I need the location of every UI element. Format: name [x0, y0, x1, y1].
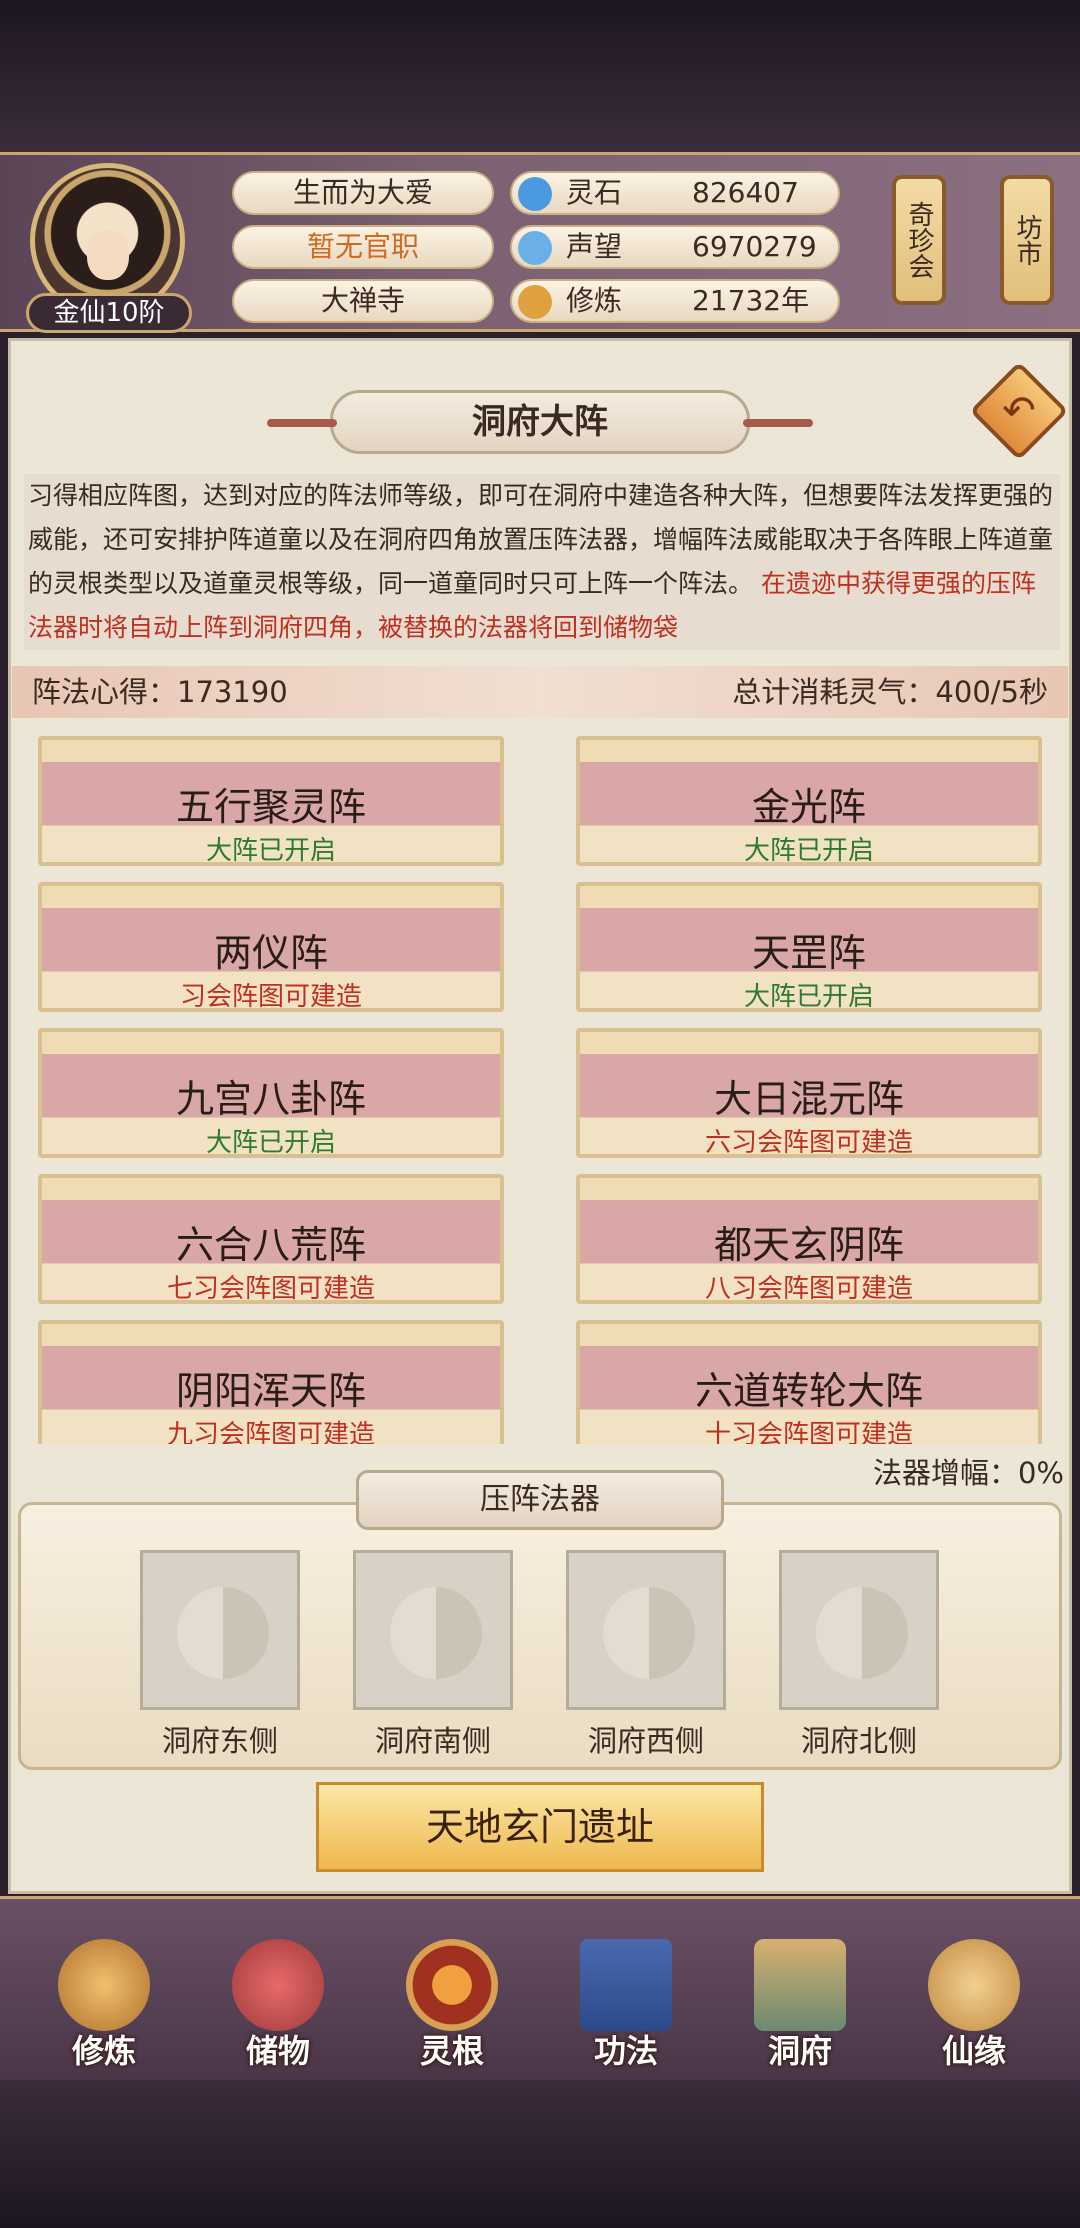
rank-badge: 金仙10阶 — [26, 293, 192, 333]
reputation-row: 声望 6970279 — [510, 225, 840, 269]
formation-card[interactable]: 九宫八卦阵大阵已开启 — [38, 1028, 504, 1158]
player-motto: 生而为大爱 — [232, 171, 494, 215]
formation-card[interactable]: 大日混元阵六习会阵图可建造 — [576, 1028, 1042, 1158]
avatar-face — [87, 230, 129, 280]
reputation-value: 6970279 — [692, 230, 817, 263]
yin-yang-icon — [816, 1587, 908, 1679]
formation-name: 金光阵 — [751, 785, 866, 829]
artifact-slot-north[interactable] — [779, 1550, 939, 1710]
formation-stats: 阵法心得：173190 总计消耗灵气：400/5秒 — [12, 666, 1068, 718]
insight-text: 阵法心得：173190 — [32, 675, 288, 709]
gourd-icon — [928, 1939, 1020, 2031]
formation-status: 大阵已开启 — [743, 836, 874, 866]
page-title: 洞府大阵 — [267, 390, 813, 454]
player-header: 金仙10阶 生而为大爱 暂无官职 大禅寺 灵石 826407 声望 697027… — [0, 152, 1080, 333]
formation-card[interactable]: 两仪阵习会阵图可建造 — [38, 882, 504, 1012]
artifact-amplification: 法器增幅：0% — [872, 1456, 1064, 1490]
official-title: 暂无官职 — [232, 225, 494, 269]
cave-icon — [754, 1939, 846, 2031]
formation-status: 六习会阵图可建造 — [704, 1128, 913, 1158]
spirit-stone-value: 826407 — [692, 176, 799, 209]
formation-card[interactable]: 都天玄阴阵八习会阵图可建造 — [576, 1174, 1042, 1304]
slot-label-east: 洞府东侧 — [161, 1724, 278, 1758]
nav-fate[interactable]: 仙缘 — [914, 1939, 1034, 2079]
formation-status: 七习会阵图可建造 — [166, 1274, 375, 1304]
sect-name: 大禅寺 — [232, 279, 494, 323]
yin-yang-icon — [603, 1587, 695, 1679]
bag-icon — [232, 1939, 324, 2031]
artifact-slot-west[interactable] — [566, 1550, 726, 1710]
reputation-icon — [518, 231, 552, 265]
formation-card[interactable]: 六合八荒阵七习会阵图可建造 — [38, 1174, 504, 1304]
slot-label-south: 洞府南侧 — [374, 1724, 491, 1758]
cultivation-label: 修炼 — [566, 284, 623, 317]
nav-techniques[interactable]: 功法 — [566, 1939, 686, 2079]
formation-card[interactable]: 天罡阵 大阵已开启 — [576, 882, 1042, 1012]
formation-status: 大阵已开启 — [205, 1128, 336, 1158]
formation-name: 六道转轮大阵 — [694, 1369, 923, 1413]
yin-yang-icon — [177, 1587, 269, 1679]
nav-label: 灵根 — [419, 2032, 484, 2070]
bottom-background — [0, 2080, 1080, 2228]
nav-storage[interactable]: 储物 — [218, 1939, 338, 2079]
artifact-slot-east[interactable] — [140, 1550, 300, 1710]
description: 习得相应阵图，达到对应的阵法师等级，即可在洞府中建造各种大阵，但想要阵法发挥更强… — [24, 474, 1060, 650]
artifact-title: 压阵法器 — [356, 1470, 724, 1530]
formation-name: 六合八荒阵 — [175, 1223, 366, 1267]
meditation-icon — [518, 285, 552, 319]
top-background — [0, 0, 1080, 152]
formation-card[interactable]: 五行聚灵阵大阵已开启 — [38, 736, 504, 866]
formation-card[interactable]: 六道转轮大阵十习会阵图可建造 — [576, 1320, 1042, 1444]
formation-name: 九宫八卦阵 — [175, 1077, 366, 1121]
slot-label-west: 洞府西侧 — [587, 1724, 704, 1758]
formation-name: 两仪阵 — [213, 931, 328, 975]
bottom-nav: 修炼 储物 灵根 功法 洞府 仙缘 — [0, 1896, 1080, 2080]
spirit-stone-icon — [518, 177, 552, 211]
nav-label: 洞府 — [767, 2032, 832, 2070]
nav-cultivate[interactable]: 修炼 — [44, 1939, 164, 2079]
formation-status: 大阵已开启 — [205, 836, 336, 866]
cultivation-value: 21732年 — [692, 284, 810, 317]
formation-name: 都天玄阴阵 — [713, 1223, 904, 1267]
formation-card[interactable]: 阴阳浑天阵九习会阵图可建造 — [38, 1320, 504, 1444]
book-icon — [580, 1939, 672, 2031]
nav-label: 功法 — [593, 2032, 658, 2070]
spirit-stone-label: 灵石 — [566, 176, 623, 209]
nav-label: 储物 — [245, 2032, 310, 2070]
formation-status: 九习会阵图可建造 — [166, 1420, 375, 1444]
formation-name: 阴阳浑天阵 — [175, 1369, 366, 1413]
spirit-stone-row: 灵石 826407 — [510, 171, 840, 215]
formation-status: 八习会阵图可建造 — [704, 1274, 913, 1304]
nav-spirit-root[interactable]: 灵根 — [392, 1939, 512, 2079]
slot-label-north: 洞府北侧 — [800, 1724, 917, 1758]
spirit-root-icon — [406, 1939, 498, 2031]
formation-name: 五行聚灵阵 — [175, 785, 366, 829]
formation-name: 大日混元阵 — [713, 1077, 904, 1121]
formation-name: 天罡阵 — [751, 931, 866, 975]
formation-grid: 五行聚灵阵 大阵已开启 金光阵 大阵已开启 两仪阵 习会阵图可建造 天罡阵 大阵已开启 … — [12, 728, 1068, 1444]
reputation-label: 声望 — [566, 230, 623, 263]
formation-status: 习会阵图可建造 — [179, 982, 362, 1012]
treasure-fair-button[interactable]: 奇珍会 — [892, 175, 946, 305]
monk-icon — [58, 1939, 150, 2031]
cultivation-row: 修炼 21732年 — [510, 279, 840, 323]
yin-yang-icon — [390, 1587, 482, 1679]
artifact-slot-south[interactable] — [353, 1550, 513, 1710]
consume-text: 总计消耗灵气：400/5秒 — [732, 675, 1048, 709]
formation-status: 十习会阵图可建造 — [704, 1420, 913, 1444]
nav-label: 仙缘 — [941, 2032, 1006, 2070]
formation-status: 大阵已开启 — [743, 982, 874, 1012]
formation-card[interactable]: 金光阵 大阵已开启 — [576, 736, 1042, 866]
ruins-button[interactable]: 天地玄门遗址 — [316, 1782, 764, 1872]
market-button[interactable]: 坊市 — [1000, 175, 1054, 305]
nav-cave[interactable]: 洞府 — [740, 1939, 860, 2079]
nav-label: 修炼 — [71, 2032, 136, 2070]
back-arrow-icon: ↶ — [1002, 388, 1036, 434]
